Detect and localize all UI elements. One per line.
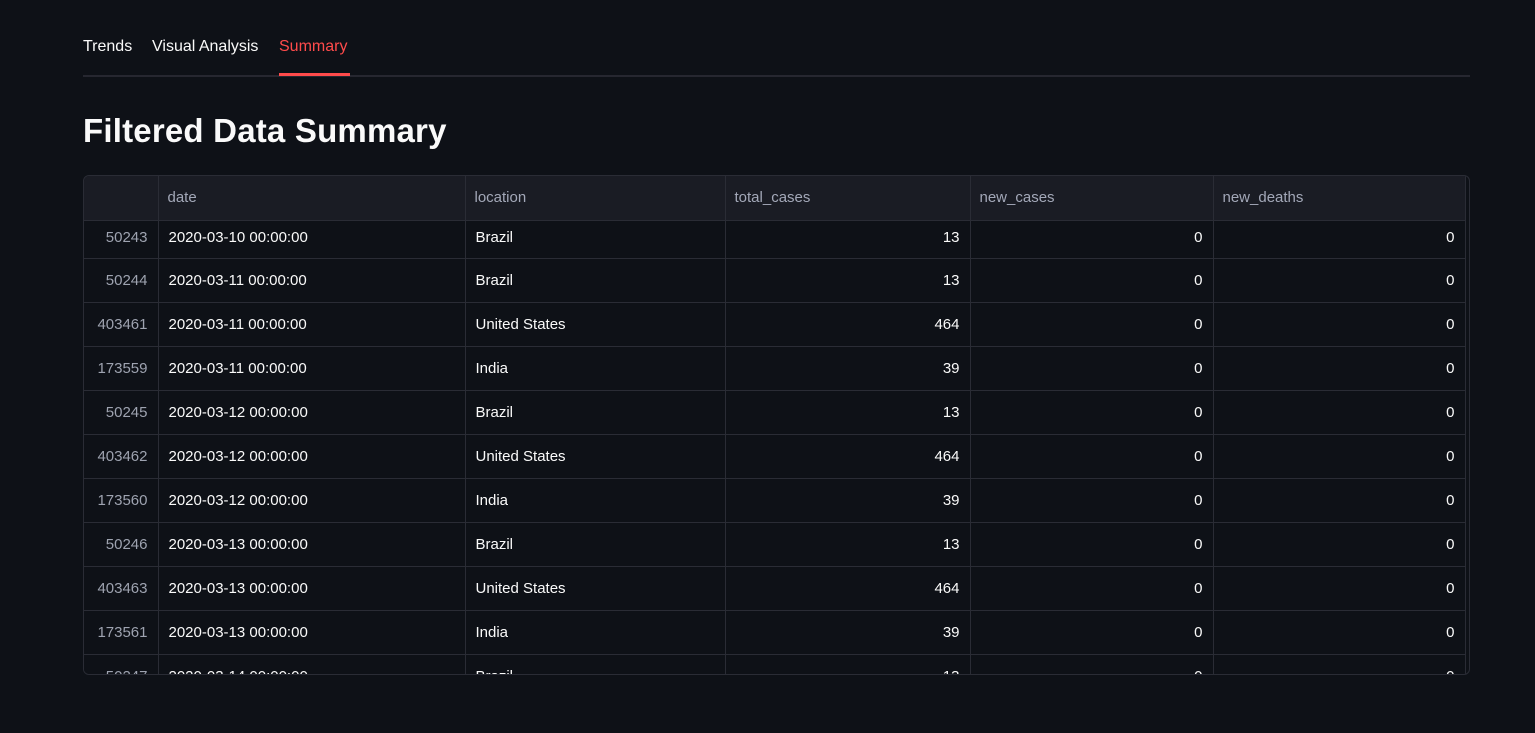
date-cell[interactable]: 2020-03-13 00:00:00 [158,610,466,655]
date-cell[interactable]: 2020-03-11 00:00:00 [158,258,466,303]
new-cases-cell[interactable]: 0 [970,390,1214,435]
new-deaths-cell[interactable]: 0 [1213,478,1466,523]
table-row[interactable]: 403461 2020-03-11 00:00:00 United States 46… [84,302,1466,347]
total-cases-cell[interactable]: 13 [725,258,971,303]
date-cell[interactable]: 2020-03-11 00:00:00 [158,346,466,391]
new-cases-cell[interactable]: 0 [970,610,1214,655]
row-index-cell[interactable]: 50244 [84,258,159,303]
total-cases-cell[interactable]: 39 [725,478,971,523]
table-row[interactable]: 403463 2020-03-13 00:00:00 United States 46… [84,566,1466,611]
location-cell[interactable]: Brazil [465,522,726,567]
total-cases-cell[interactable]: 464 [725,434,971,479]
date-cell[interactable]: 2020-03-12 00:00:00 [158,478,466,523]
column-header-total-cases[interactable]: total_cases [725,176,971,221]
new-cases-cell[interactable]: 0 [970,302,1214,347]
new-cases-cell[interactable]: 0 [970,434,1214,479]
new-cases-cell[interactable]: 0 [970,654,1214,674]
new-deaths-cell[interactable]: 0 [1213,302,1466,347]
date-cell[interactable]: 2020-03-10 00:00:00 [158,220,466,259]
new-deaths-cell[interactable]: 0 [1213,610,1466,655]
date-cell[interactable]: 2020-03-11 00:00:00 [158,302,466,347]
new-cases-cell[interactable]: 0 [970,478,1214,523]
row-index-cell[interactable]: 50246 [84,522,159,567]
row-index-cell[interactable]: 403461 [84,302,159,347]
total-cases-cell[interactable]: 13 [725,522,971,567]
data-table: date location total_cases new_cases new_… [84,176,1466,674]
row-index-cell[interactable]: 403463 [84,566,159,611]
row-index-cell[interactable]: 50245 [84,390,159,435]
date-cell[interactable]: 2020-03-13 00:00:00 [158,522,466,567]
total-cases-cell[interactable]: 13 [725,220,971,259]
table-row[interactable]: 50245 2020-03-12 00:00:00 Brazil 13 0 0 [84,390,1466,435]
location-cell[interactable]: India [465,346,726,391]
tab-trends[interactable]: Trends [83,38,132,56]
table-row[interactable]: 173561 2020-03-13 00:00:00 India 39 0 0 [84,610,1466,655]
new-cases-cell[interactable]: 0 [970,220,1214,259]
table-row[interactable]: 50244 2020-03-11 00:00:00 Brazil 13 0 0 [84,258,1466,303]
total-cases-cell[interactable]: 13 [725,654,971,674]
location-cell[interactable]: United States [465,434,726,479]
location-cell[interactable]: Brazil [465,654,726,674]
tab-bar: Trends Visual Analysis Summary [83,30,1470,77]
row-index-cell[interactable]: 50247 [84,654,159,674]
total-cases-cell[interactable]: 39 [725,346,971,391]
new-deaths-cell[interactable]: 0 [1213,346,1466,391]
table-body: 50243 2020-03-10 00:00:00 Brazil 13 0 0 50244 2… [84,220,1466,674]
new-deaths-cell[interactable]: 0 [1213,220,1466,259]
total-cases-cell[interactable]: 39 [725,610,971,655]
tab-summary[interactable]: Summary [279,38,347,56]
column-header-new-cases[interactable]: new_cases [970,176,1214,221]
date-cell[interactable]: 2020-03-12 00:00:00 [158,434,466,479]
active-tab-indicator [279,73,350,76]
location-cell[interactable]: India [465,478,726,523]
tab-visual-analysis[interactable]: Visual Analysis [152,38,258,56]
row-index-cell[interactable]: 173561 [84,610,159,655]
column-header-new-deaths[interactable]: new_deaths [1213,176,1466,221]
table-row[interactable]: 502472020-03-14 00:00:00Brazil1300 [84,654,1466,674]
row-index-cell[interactable]: 403462 [84,434,159,479]
new-deaths-cell[interactable]: 0 [1213,654,1466,674]
new-cases-cell[interactable]: 0 [970,346,1214,391]
column-header-index[interactable] [84,176,159,221]
new-cases-cell[interactable]: 0 [970,522,1214,567]
row-index-cell[interactable]: 173560 [84,478,159,523]
page-title: Filtered Data Summary [83,112,447,149]
location-cell[interactable]: United States [465,302,726,347]
location-cell[interactable]: India [465,610,726,655]
table-header-row: date location total_cases new_cases new_… [84,176,1466,221]
total-cases-cell[interactable]: 464 [725,566,971,611]
new-deaths-cell[interactable]: 0 [1213,390,1466,435]
table-row[interactable]: 50246 2020-03-13 00:00:00 Brazil 13 0 0 [84,522,1466,567]
total-cases-cell[interactable]: 13 [725,390,971,435]
date-cell[interactable]: 2020-03-12 00:00:00 [158,390,466,435]
column-header-location[interactable]: location [465,176,726,221]
location-cell[interactable]: Brazil [465,258,726,303]
table-row[interactable]: 50243 2020-03-10 00:00:00 Brazil 13 0 0 [84,220,1466,259]
row-index-cell[interactable]: 50243 [84,220,159,259]
location-cell[interactable]: Brazil [465,390,726,435]
table-row[interactable]: 173560 2020-03-12 00:00:00 India 39 0 0 [84,478,1466,523]
column-header-date[interactable]: date [158,176,466,221]
date-cell[interactable]: 2020-03-14 00:00:00 [158,654,466,674]
row-index-cell[interactable]: 173559 [84,346,159,391]
location-cell[interactable]: Brazil [465,220,726,259]
data-table-container[interactable]: date location total_cases new_cases new_… [83,175,1470,675]
new-deaths-cell[interactable]: 0 [1213,522,1466,567]
table-row[interactable]: 403462 2020-03-12 00:00:00 United States 46… [84,434,1466,479]
new-cases-cell[interactable]: 0 [970,566,1214,611]
new-deaths-cell[interactable]: 0 [1213,434,1466,479]
total-cases-cell[interactable]: 464 [725,302,971,347]
new-deaths-cell[interactable]: 0 [1213,258,1466,303]
app-root: Trends Visual Analysis Summary Filtered … [0,0,1535,733]
new-cases-cell[interactable]: 0 [970,258,1214,303]
location-cell[interactable]: United States [465,566,726,611]
table-row[interactable]: 173559 2020-03-11 00:00:00 India 39 0 0 [84,346,1466,391]
new-deaths-cell[interactable]: 0 [1213,566,1466,611]
date-cell[interactable]: 2020-03-13 00:00:00 [158,566,466,611]
